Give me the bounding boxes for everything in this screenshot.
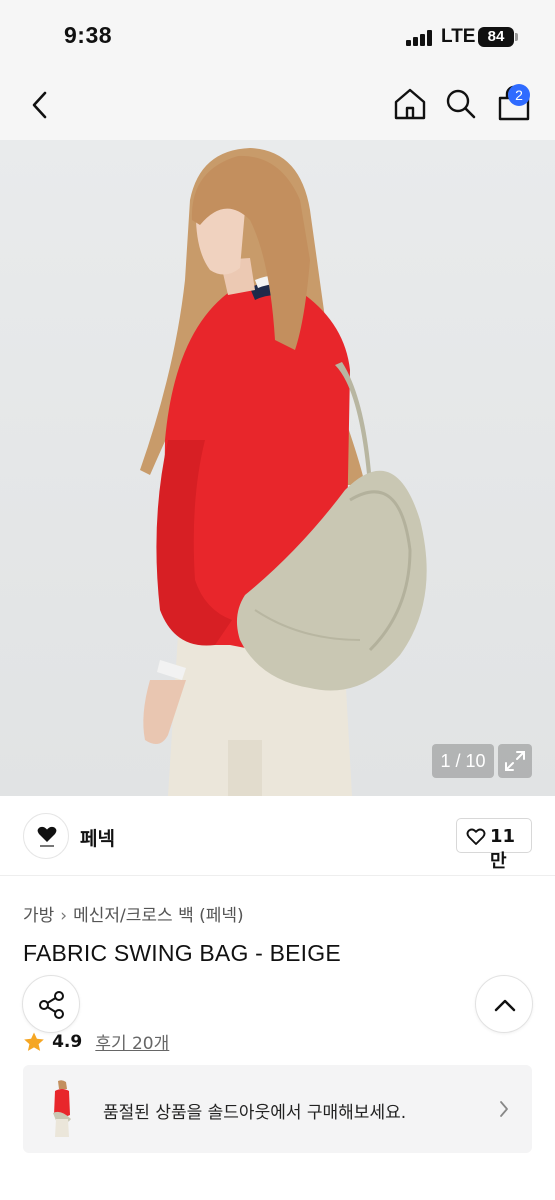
product-image-gallery[interactable]: 1 / 10 [0, 140, 555, 796]
battery-cap [515, 33, 518, 41]
soldout-text: 품절된 상품을 솔드아웃에서 구매해보세요. [103, 1103, 407, 1123]
search-button[interactable] [443, 86, 479, 122]
like-count: 11만 [490, 826, 516, 872]
product-photo [140, 148, 427, 796]
home-icon [394, 88, 426, 120]
star-icon [24, 1032, 44, 1051]
share-button[interactable] [22, 975, 80, 1033]
heart-logo-icon [37, 826, 57, 847]
review-count-link[interactable]: 후기 20개 [95, 1029, 169, 1054]
brand-name[interactable]: 페넥 [80, 824, 115, 851]
image-counter: 1 / 10 [432, 744, 494, 778]
chevron-right-icon [500, 1101, 508, 1117]
expand-image-button[interactable] [498, 744, 532, 778]
product-thumbnail [53, 1080, 71, 1137]
brand-row: 페넥 11만 [0, 796, 555, 876]
status-bar: 9:38 LTE 84 [0, 0, 555, 72]
signal-icon [406, 30, 434, 46]
rating-row: 4.9 후기 20개 [23, 1029, 169, 1054]
heart-icon [466, 828, 486, 845]
brand-logo[interactable] [23, 813, 69, 859]
nav-bar [0, 72, 555, 140]
back-button[interactable] [26, 88, 56, 122]
battery-icon: 84 [478, 27, 514, 47]
expand-icon [505, 751, 525, 771]
breadcrumb: 가방 › 메신저/크로스 백 (페넥) [23, 901, 244, 926]
chevron-up-icon [494, 999, 516, 1012]
network-type: LTE [441, 26, 476, 47]
chevron-left-icon [32, 91, 47, 119]
breadcrumb-item-subcategory[interactable]: 메신저/크로스 백 (페넥) [73, 906, 244, 926]
product-title: FABRIC SWING BAG - BEIGE [23, 940, 341, 966]
search-icon [446, 89, 476, 119]
like-button[interactable]: 11만 [456, 818, 532, 872]
scroll-top-button[interactable] [475, 975, 533, 1033]
status-time: 9:38 [64, 22, 113, 48]
share-icon [39, 991, 64, 1019]
rating-value: 4.9 [52, 1031, 83, 1052]
soldout-banner[interactable]: 품절된 상품을 솔드아웃에서 구매해보세요. [23, 1065, 532, 1153]
cart-count-badge: 2 [508, 84, 530, 106]
breadcrumb-item-category[interactable]: 가방 [23, 906, 54, 926]
chevron-right-icon: › [60, 906, 68, 926]
home-button[interactable] [392, 86, 428, 122]
